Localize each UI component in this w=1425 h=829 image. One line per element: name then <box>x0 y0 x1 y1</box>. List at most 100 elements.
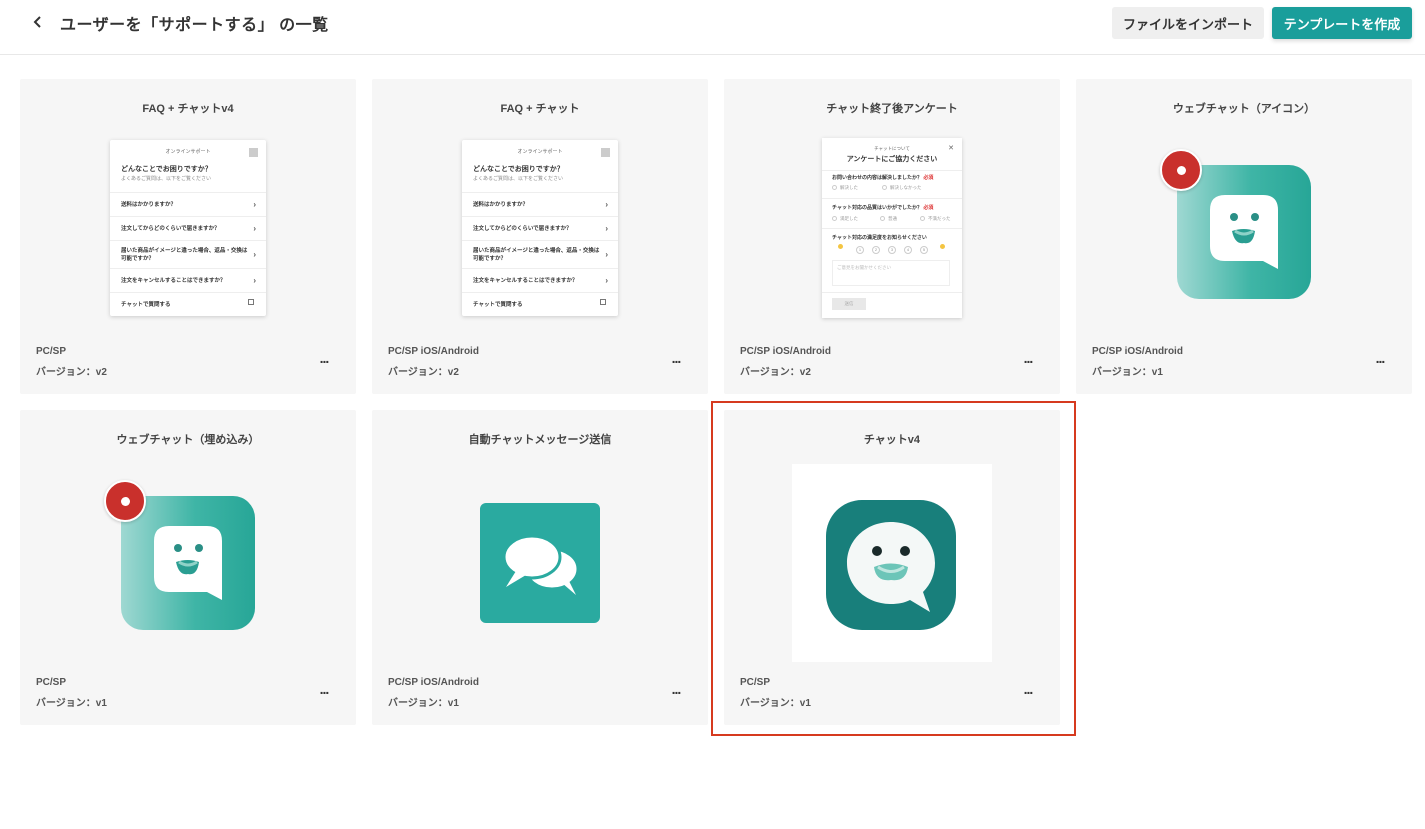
card-title: FAQ + チャットv4 <box>142 103 234 115</box>
faq-item: 注文をキャンセルすることはできますか？ › <box>462 268 618 292</box>
divider <box>462 292 618 293</box>
preview-question: どんなことでお困りですか？ <box>121 166 212 173</box>
template-card[interactable]: FAQ + チャット オンラインサポート どんなことでお困りですか？ よくあるご… <box>372 79 708 394</box>
create-template-button[interactable]: テンプレートを作成 <box>1272 7 1412 39</box>
minimize-icon <box>249 148 258 157</box>
minimize-icon <box>601 148 610 157</box>
faq-item: 送料はかかりますか？ › <box>110 192 266 216</box>
radio-option: 解決しなかった <box>882 185 922 191</box>
chevron-right-icon: › <box>253 249 256 259</box>
survey-question: お問い合わせの内容は解決しましたか？ 必須 <box>832 174 933 181</box>
chat-face-icon <box>154 526 222 600</box>
faq-preview: オンラインサポート どんなことでお困りですか？ よくあるご質問は、以下をご覧くだ… <box>110 140 266 316</box>
card-title: FAQ + チャット <box>500 103 580 115</box>
auto-message-icon <box>480 503 600 623</box>
survey-small-label: チャットについて <box>874 146 910 151</box>
card-version: バージョン：v1 <box>740 698 811 709</box>
scale-option: 5 <box>920 246 928 254</box>
faq-item-label: 届いた商品がイメージと違った場合、返品・交換は可能ですか？ <box>121 248 248 262</box>
more-options-button[interactable]: ... <box>310 681 338 701</box>
card-platform: PC/SP iOS/Android <box>388 677 479 688</box>
divider <box>822 198 962 199</box>
card-title: 自動チャットメッセージ送信 <box>468 434 612 446</box>
radio-option: 普通 <box>880 216 897 222</box>
happy-emoji-icon <box>940 244 945 249</box>
card-title: ウェブチャット（アイコン） <box>1172 103 1316 115</box>
import-file-button[interactable]: ファイルをインポート <box>1112 7 1264 39</box>
survey-submit-button: 送信 <box>832 298 866 310</box>
faq-item: 注文してからどのくらいで届きますか？ › <box>462 216 618 240</box>
card-platform: PC/SP iOS/Android <box>1092 346 1183 357</box>
webchat-app-icon <box>121 496 255 630</box>
required-label: 必須 <box>923 175 934 181</box>
scale-option: 2 <box>872 246 880 254</box>
faq-item-label: 送料はかかりますか？ <box>473 202 529 208</box>
card-version: バージョン：v1 <box>388 698 459 709</box>
faq-item: 注文してからどのくらいで届きますか？ › <box>110 216 266 240</box>
card-version: バージョン：v2 <box>36 367 107 378</box>
more-options-button[interactable]: ... <box>1014 681 1042 701</box>
template-card[interactable]: ウェブチャット（アイコン） PC/SP iOS/Android バージョン：v1… <box>1076 79 1412 394</box>
faq-item-label: 届いた商品がイメージと違った場合、返品・交換は可能ですか？ <box>473 248 600 262</box>
faq-item-label: 送料はかかりますか？ <box>121 202 177 208</box>
chevron-right-icon: › <box>605 199 608 209</box>
faq-item-label: 注文をキャンセルすることはできますか？ <box>473 278 578 284</box>
card-platform: PC/SP <box>36 346 67 357</box>
preview-footer: チャットで質問する <box>473 302 523 308</box>
template-card[interactable]: ウェブチャット（埋め込み） PC/SP バージョン：v1 ... <box>20 410 356 725</box>
card-title: チャット終了後アンケート <box>826 103 958 115</box>
faq-item-label: 注文してからどのくらいで届きますか？ <box>473 226 572 232</box>
card-version: バージョン：v2 <box>388 367 459 378</box>
survey-preview: チャットについて アンケートにご協力ください ✕ お問い合わせの内容は解決しまし… <box>822 138 962 318</box>
unhappy-emoji-icon <box>838 244 843 249</box>
page-header: ユーザーを「サポートする」 の一覧 ファイルをインポート テンプレートを作成 <box>0 0 1425 55</box>
question-text: チャット対応の品質はいかがでしたか？ <box>832 205 922 211</box>
radio-icon <box>882 185 887 191</box>
preview-footer: チャットで質問する <box>121 302 171 308</box>
faq-item-label: 注文してからどのくらいで届きますか？ <box>121 226 220 232</box>
preview-subtitle: よくあるご質問は、以下をご覧ください <box>121 176 212 182</box>
comment-textarea: ご意見をお聞かせください <box>832 260 950 286</box>
more-options-button[interactable]: ... <box>1366 350 1394 370</box>
chevron-right-icon: › <box>605 249 608 259</box>
card-platform: PC/SP <box>740 677 771 688</box>
template-card[interactable]: FAQ + チャットv4 オンラインサポート どんなことでお困りですか？ よくあ… <box>20 79 356 394</box>
chevron-left-icon[interactable] <box>28 12 48 32</box>
template-card[interactable]: チャット終了後アンケート チャットについて アンケートにご協力ください ✕ お問… <box>724 79 1060 394</box>
chat-v4-preview <box>792 464 992 662</box>
card-platform: PC/SP iOS/Android <box>388 346 479 357</box>
divider <box>822 292 962 293</box>
card-version: バージョン：v1 <box>36 698 107 709</box>
more-options-button[interactable]: ... <box>1014 350 1042 370</box>
more-options-button[interactable]: ... <box>310 350 338 370</box>
card-title: ウェブチャット（埋め込み） <box>116 434 260 446</box>
radio-icon <box>880 216 885 222</box>
faq-item-label: 注文をキャンセルすることはできますか？ <box>121 278 226 284</box>
survey-question: チャット対応の満足度をお知らせください <box>832 235 927 241</box>
more-options-button[interactable]: ... <box>662 681 690 701</box>
required-label: 必須 <box>923 205 934 211</box>
chat-bubbles-icon <box>502 534 580 595</box>
template-card[interactable]: チャットv4 PC/SP バージョン：v1 ... <box>724 410 1060 725</box>
external-link-icon <box>600 299 606 305</box>
card-title: チャットv4 <box>863 434 921 446</box>
chevron-right-icon: › <box>253 275 256 285</box>
more-options-button[interactable]: ... <box>662 350 690 370</box>
option-label: 不満だった <box>928 216 951 221</box>
faq-item: 送料はかかりますか？ › <box>462 192 618 216</box>
survey-title: アンケートにご協力ください <box>846 156 938 163</box>
scale-option: 4 <box>904 246 912 254</box>
option-label: 満足した <box>840 216 858 221</box>
radio-option: 不満だった <box>920 216 951 222</box>
chevron-right-icon: › <box>605 223 608 233</box>
preview-header: オンラインサポート <box>165 149 211 155</box>
chevron-right-icon: › <box>605 275 608 285</box>
preview-subtitle: よくあるご質問は、以下をご覧ください <box>473 176 564 182</box>
external-link-icon <box>248 299 254 305</box>
option-label: 解決しなかった <box>890 185 922 190</box>
divider <box>822 228 962 229</box>
radio-option: 解決した <box>832 185 858 191</box>
template-card[interactable]: 自動チャットメッセージ送信 PC/SP iOS/Android バージョン：v1… <box>372 410 708 725</box>
radio-icon <box>832 216 837 222</box>
faq-item: 注文をキャンセルすることはできますか？ › <box>110 268 266 292</box>
